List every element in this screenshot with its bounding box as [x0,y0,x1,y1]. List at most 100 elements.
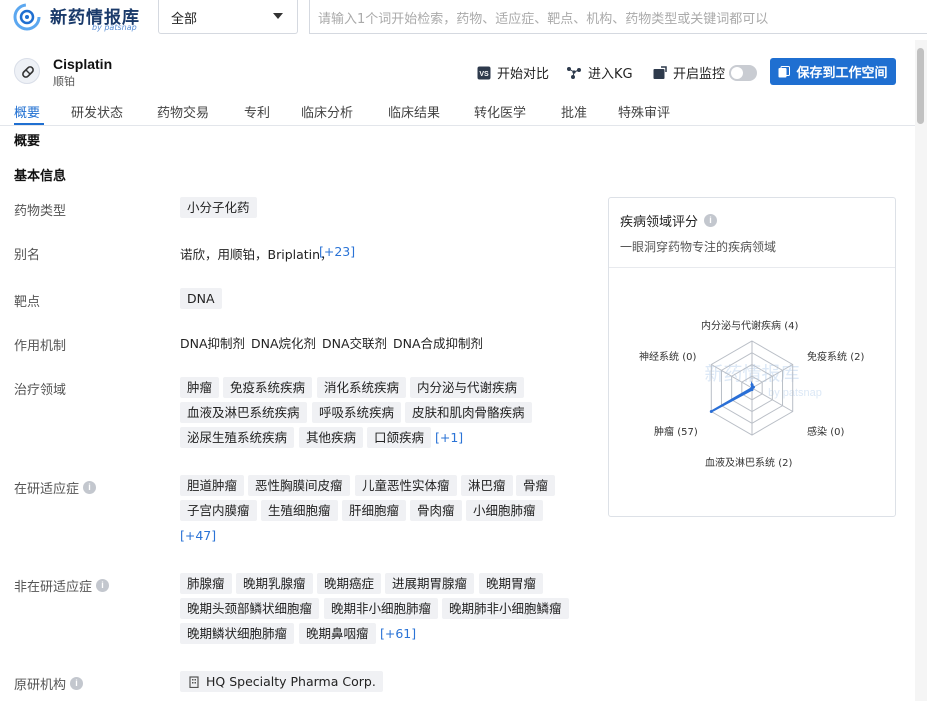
svg-text:VS: VS [479,71,489,78]
inactive-indication-tag[interactable]: 晚期非小细胞肺瘤 [324,598,439,619]
save-to-workspace-button[interactable]: 保存到工作空间 [770,58,896,85]
tab-overview[interactable]: 概要 [14,102,40,121]
radar-axis-count: (0) [682,352,697,363]
originator-tag[interactable]: HQ Specialty Pharma Corp. [180,671,383,692]
radar-title: 疾病领域评分 i [620,211,718,230]
inactive-indication-tag[interactable]: 晚期癌症 [317,573,382,594]
basic-info-heading: 基本信息 [14,169,67,184]
tab-special-review[interactable]: 特殊审评 [618,102,670,121]
active-indication-tag[interactable]: 小细胞肺瘤 [466,500,543,521]
drug-type-label: 药物类型 [14,204,67,219]
info-icon[interactable]: i [96,579,110,592]
therapeutic-area-tag[interactable]: 血液及淋巴系统疾病 [180,402,307,423]
app-logo[interactable]: 新药情报库 by patsnap [12,2,152,32]
target-tag[interactable]: DNA [180,288,222,309]
active-indications-label: 在研适应症 i [14,478,97,497]
radar-axis-label: 感染 (0) [807,423,844,438]
therapeutic-area-tag[interactable]: 内分泌与代谢疾病 [410,377,525,398]
radar-chart: 新药情报库 by patsnap [704,340,822,436]
monitor-icon [653,65,667,79]
drug-type-tag[interactable]: 小分子化药 [180,197,257,218]
building-icon [189,676,199,688]
tab-clinical-results[interactable]: 临床结果 [388,102,440,121]
inactive-indication-tag[interactable]: 晚期头颈部鳞状细胞瘤 [180,598,320,619]
mechanism-item[interactable]: DNA烷化剂 [251,333,316,352]
radar-axis-name: 免疫系统 [807,352,847,363]
active-indication-tag[interactable]: 恶性胸膜间皮瘤 [248,475,350,496]
radar-axis-count: (2) [850,352,865,363]
therapeutic-area-tag[interactable]: 皮肤和肌肉骨骼疾病 [405,402,532,423]
mechanism-item[interactable]: DNA交联剂 [322,333,387,352]
mechanism-label: 作用机制 [14,339,67,354]
search-input[interactable]: 请输入1个词开始检索，药物、适应症、靶点、机构、药物类型或关键词都可以 [309,0,927,34]
target-label: 靶点 [14,295,41,310]
drug-name: Cisplatin [53,56,113,72]
active-indication-tag[interactable]: 骨肉瘤 [410,500,462,521]
caret-down-icon [273,13,283,19]
inactive-indication-tag[interactable]: 晚期鼻咽瘤 [299,623,376,644]
inactive-indications-label-text: 非在研适应症 [14,580,93,595]
therapeutic-area-label: 治疗领域 [14,383,67,398]
compare-button[interactable]: VS 开始对比 [477,63,549,82]
search-scope-select[interactable]: 全部 [158,0,298,34]
active-indication-tag[interactable]: 生殖细胞瘤 [261,500,338,521]
active-indication-tag[interactable]: 骨瘤 [516,475,556,496]
mechanism-item[interactable]: DNA合成抑制剂 [393,333,483,352]
radar-axis-name: 神经系统 [639,352,679,363]
inactive-indication-tag[interactable]: 肺腺瘤 [180,573,232,594]
tab-translational[interactable]: 转化医学 [474,102,526,121]
tab-rd-status[interactable]: 研发状态 [71,102,123,121]
search-placeholder: 请输入1个词开始检索，药物、适应症、靶点、机构、药物类型或关键词都可以 [318,12,769,27]
knowledge-graph-button[interactable]: 进入KG [566,63,633,82]
drug-chinese-name: 顺铂 [53,75,75,88]
active-indication-tag[interactable]: 子宫内膜瘤 [180,500,257,521]
inactive-indication-tag[interactable]: 晚期肺非小细胞鳞瘤 [442,598,569,619]
active-indication-tag[interactable]: 胆道肿瘤 [180,475,245,496]
therapeutic-area-tag[interactable]: 其他疾病 [299,427,364,448]
monitor-label: 开启监控 [673,67,726,82]
info-icon[interactable]: i [83,481,97,494]
inactive-indication-tag[interactable]: 进展期胃腺瘤 [385,573,475,594]
tab-deals[interactable]: 药物交易 [157,102,209,121]
therapeutic-area-tag[interactable]: 免疫系统疾病 [223,377,313,398]
inactive-indication-tag[interactable]: 晚期鳞状细胞肺瘤 [180,623,295,644]
tab-clinical-analysis[interactable]: 临床分析 [301,102,353,121]
monitor-toggle-group[interactable]: 开启监控 [653,63,758,82]
scrollbar-thumb[interactable] [917,48,924,124]
radar-axis-label: 肿瘤 (57) [654,423,698,438]
radar-axis-name: 肿瘤 [654,427,674,438]
active-indication-tag[interactable]: 儿童恶性实体瘤 [355,475,457,496]
therapeutic-area-tag[interactable]: 消化系统疾病 [317,377,407,398]
radar-subtitle: 一眼洞穿药物专注的疾病领域 [620,240,777,254]
therapeutic-area-tag[interactable]: 口颌疾病 [367,427,432,448]
inactive-indication-tag[interactable]: 晚期乳腺瘤 [236,573,313,594]
mechanism-item[interactable]: DNA抑制剂 [180,333,245,352]
tab-approval[interactable]: 批准 [561,102,587,121]
info-icon[interactable]: i [70,677,84,690]
tab-patents[interactable]: 专利 [244,102,270,121]
therapeutic-area-tag[interactable]: 泌尿生殖系统疾病 [180,427,295,448]
inactive-indication-tag[interactable]: 晚期胃瘤 [479,573,544,594]
active-indication-tag[interactable]: 淋巴瘤 [461,475,513,496]
therapeutic-area-more-link[interactable]: [+1] [435,430,463,445]
therapeutic-area-tag[interactable]: 肿瘤 [180,377,220,398]
drug-avatar [14,58,40,84]
radar-axis-label: 神经系统 (0) [639,348,696,363]
inactive-indications-more-link[interactable]: [+61] [380,626,416,641]
inactive-indications-label: 非在研适应症 i [14,576,110,595]
active-indications-more-link[interactable]: [+47] [180,528,216,543]
monitor-toggle-switch[interactable] [729,64,758,81]
originator-label-text: 原研机构 [14,678,67,693]
info-icon[interactable]: i [704,214,718,227]
page-scrollbar[interactable] [915,40,927,701]
therapeutic-area-tag[interactable]: 呼吸系统疾病 [312,402,402,423]
search-scope-value: 全部 [171,12,198,27]
originator-label: 原研机构 i [14,674,84,693]
radar-point[interactable] [750,386,754,390]
kg-label: 进入KG [588,67,633,82]
active-indication-tag[interactable]: 肝细胞瘤 [342,500,407,521]
radar-point[interactable] [709,410,713,413]
radar-axis-count: (2) [778,458,793,469]
graph-nodes-icon [567,66,581,79]
alias-more-link[interactable]: [+23] [319,244,355,259]
